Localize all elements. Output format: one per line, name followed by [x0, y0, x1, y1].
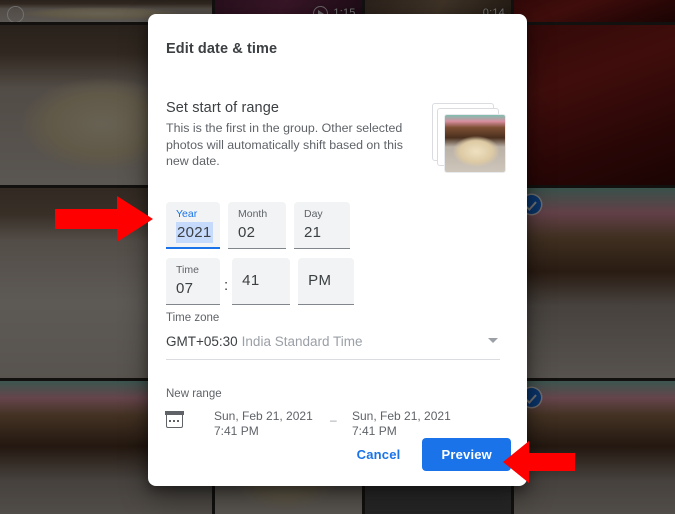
photo-tile-selected[interactable] [513, 381, 675, 514]
select-circle-icon[interactable] [7, 6, 24, 22]
range-end-time: 7:41 PM [352, 424, 397, 438]
minute-field-value: 41 [242, 272, 260, 289]
chevron-down-icon[interactable] [488, 338, 498, 343]
range-separator: – [330, 413, 337, 427]
day-field-value: 21 [304, 224, 322, 241]
meridiem-field-value: PM [308, 272, 332, 289]
range-end: Sun, Feb 21, 2021 7:41 PM [352, 409, 451, 439]
new-range-row: Sun, Feb 21, 2021 7:41 PM – Sun, Feb 21,… [165, 409, 500, 439]
timezone-offset: GMT+05:30 [166, 334, 238, 349]
dialog-footer: Cancel Preview [345, 438, 511, 471]
range-start: Sun, Feb 21, 2021 7:41 PM [214, 409, 318, 439]
year-field-value: 2021 [176, 222, 213, 243]
year-field[interactable]: Year 2021 [166, 202, 220, 249]
month-field-label: Month [238, 208, 268, 220]
hour-field[interactable]: Time 07 [166, 258, 220, 305]
meridiem-field[interactable]: PM [298, 258, 355, 305]
calendar-icon [165, 411, 184, 428]
date-fields-row: Year 2021 Month 02 Day 21 [166, 202, 350, 249]
dialog-title: Edit date & time [166, 41, 278, 57]
stack-photo-front [444, 114, 506, 173]
month-field-value: 02 [238, 224, 256, 241]
preview-button[interactable]: Preview [422, 438, 511, 471]
hour-field-value: 07 [176, 280, 194, 297]
year-field-label: Year [176, 208, 198, 220]
photo-tile[interactable] [513, 0, 675, 22]
timezone-block: Time zone GMT+05:30 India Standard Time [166, 312, 500, 360]
set-start-of-range-section: Set start of range This is the first in … [166, 100, 416, 170]
photo-tile-selected[interactable] [513, 188, 675, 378]
range-start-date: Sun, Feb 21, 2021 [214, 409, 313, 423]
time-separator: : [224, 277, 229, 294]
timezone-name: India Standard Time [241, 334, 363, 349]
day-field-label: Day [304, 208, 323, 220]
photo-tile[interactable] [513, 25, 675, 185]
day-field[interactable]: Day 21 [294, 202, 350, 249]
timezone-select[interactable]: GMT+05:30 India Standard Time [166, 333, 500, 360]
edit-date-time-dialog: Edit date & time Set start of range This… [148, 14, 527, 486]
screen: 1:15 0:14 Edit date & time Set start of … [0, 0, 675, 514]
section-description: This is the first in the group. Other se… [166, 121, 403, 168]
timezone-label: Time zone [166, 312, 220, 324]
new-range-label: New range [166, 388, 222, 400]
month-field[interactable]: Month 02 [228, 202, 286, 249]
range-start-time: 7:41 PM [214, 424, 259, 438]
minute-field[interactable]: 41 [232, 258, 291, 305]
time-fields-row: Time 07 : 41 PM [166, 258, 355, 305]
section-heading: Set start of range [166, 100, 280, 116]
cancel-button[interactable]: Cancel [345, 438, 413, 471]
new-range-block: New range Sun, Feb 21, 2021 7:41 PM – Su… [165, 388, 500, 439]
hour-field-label: Time [176, 264, 199, 276]
range-end-date: Sun, Feb 21, 2021 [352, 409, 451, 423]
photo-stack-thumbnail [432, 103, 510, 177]
